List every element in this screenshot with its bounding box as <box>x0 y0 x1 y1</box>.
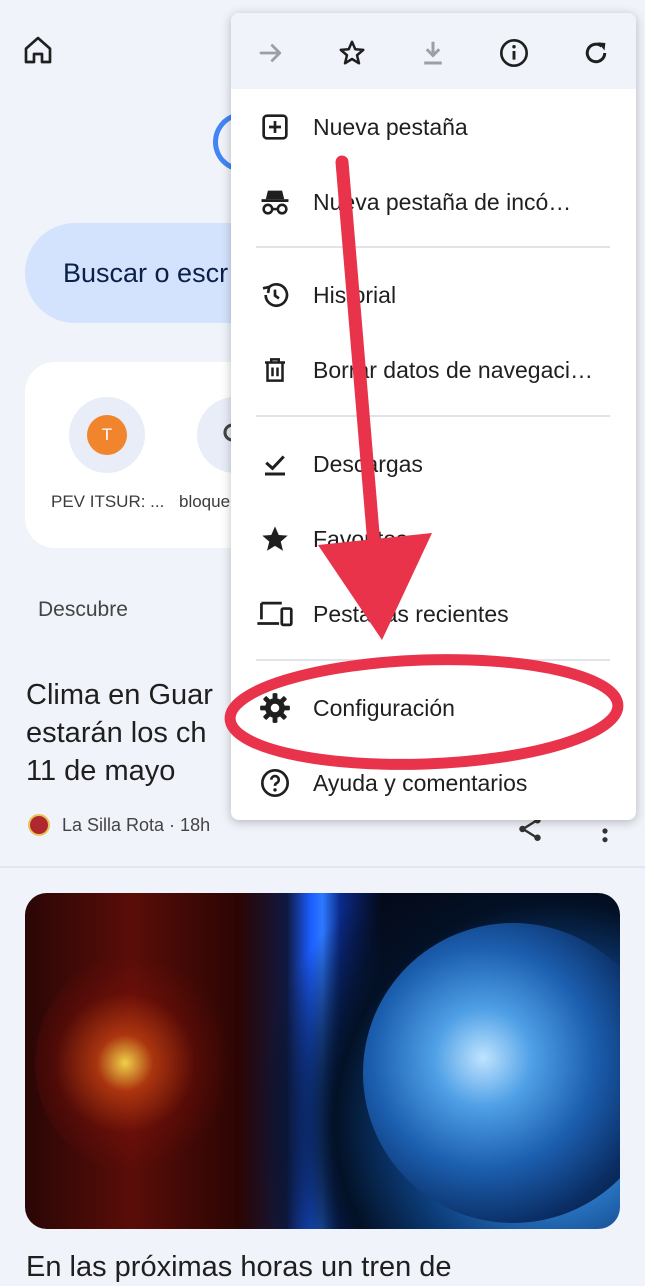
download-icon <box>424 41 442 65</box>
menu-item-settings[interactable]: Configuración <box>231 672 636 744</box>
menu-item-label: Nueva pestaña de incó… <box>313 188 572 215</box>
trash-icon <box>255 350 295 390</box>
menu-item-history[interactable]: Historial <box>231 259 636 331</box>
new-tab-icon <box>255 107 295 147</box>
menu-item-recent-tabs[interactable]: Pestañas recientes <box>231 578 636 650</box>
devices-icon <box>255 594 295 634</box>
discover-heading: Descubre <box>38 598 128 621</box>
article-image[interactable] <box>25 893 620 1229</box>
shortcut-label-1[interactable]: PEV ITSUR: ... <box>51 492 164 512</box>
article-title-line: 11 de mayo <box>26 755 176 787</box>
shortcut-label-2[interactable]: bloque <box>179 492 230 512</box>
menu-divider <box>256 659 610 661</box>
article-title-2[interactable]: En las próximas horas un tren de <box>26 1248 452 1286</box>
download-page-button[interactable] <box>411 31 455 75</box>
menu-item-label: Nueva pestaña <box>313 113 468 140</box>
bookmark-button[interactable] <box>330 31 374 75</box>
shortcut-tile-1[interactable]: T <box>69 397 145 473</box>
menu-item-label: Ayuda y comentarios <box>313 769 528 796</box>
article-source-row: La Silla Rota · 18h <box>28 814 210 836</box>
menu-item-label: Pestañas recientes <box>313 600 509 627</box>
incognito-icon <box>255 182 295 222</box>
downloads-check-icon <box>255 444 295 484</box>
star-filled-icon <box>255 519 295 559</box>
overflow-menu: Nueva pestaña Nueva pestaña de incó… His… <box>231 13 636 820</box>
menu-divider <box>256 415 610 417</box>
menu-item-label: Favoritos <box>313 525 408 552</box>
source-logo <box>28 814 50 836</box>
home-button[interactable] <box>18 30 58 70</box>
menu-item-new-tab[interactable]: Nueva pestaña <box>231 91 636 163</box>
page-info-button[interactable] <box>492 31 536 75</box>
forward-arrow-icon <box>259 44 282 62</box>
menu-item-label: Descargas <box>313 450 423 477</box>
article-title-line: estarán los ch <box>26 717 207 749</box>
image-earth <box>363 923 620 1223</box>
history-icon <box>255 275 295 315</box>
article-source: La Silla Rota · 18h <box>62 814 211 835</box>
home-icon <box>24 36 52 64</box>
reload-icon <box>585 42 607 64</box>
search-placeholder: Buscar o escr <box>63 257 229 288</box>
menu-item-incognito-tab[interactable]: Nueva pestaña de incó… <box>231 166 636 238</box>
image-fire-glow <box>35 953 235 1173</box>
more-options-button[interactable] <box>596 818 614 849</box>
menu-divider <box>256 246 610 248</box>
menu-item-help-feedback[interactable]: Ayuda y comentarios <box>231 747 636 819</box>
menu-item-bookmarks[interactable]: Favoritos <box>231 503 636 575</box>
star-outline-icon <box>339 40 365 65</box>
shortcut-avatar: T <box>87 415 127 455</box>
reload-button[interactable] <box>574 31 618 75</box>
menu-item-label: Historial <box>313 281 397 308</box>
more-vert-icon <box>602 828 608 843</box>
help-icon <box>255 763 295 803</box>
article-title-line: Clima en Guar <box>26 679 213 711</box>
menu-item-label: Borrar datos de navegaci… <box>313 356 593 383</box>
info-icon <box>500 39 528 67</box>
menu-item-downloads[interactable]: Descargas <box>231 428 636 500</box>
article-title[interactable]: Clima en Guar estarán los ch 11 de mayo <box>26 676 231 790</box>
menu-item-label: Configuración <box>313 694 455 721</box>
gear-icon <box>255 688 295 728</box>
feed-divider <box>0 866 645 868</box>
menu-item-clear-browsing-data[interactable]: Borrar datos de navegaci… <box>231 334 636 406</box>
menu-toolbar <box>231 13 636 89</box>
forward-button[interactable] <box>249 31 293 75</box>
